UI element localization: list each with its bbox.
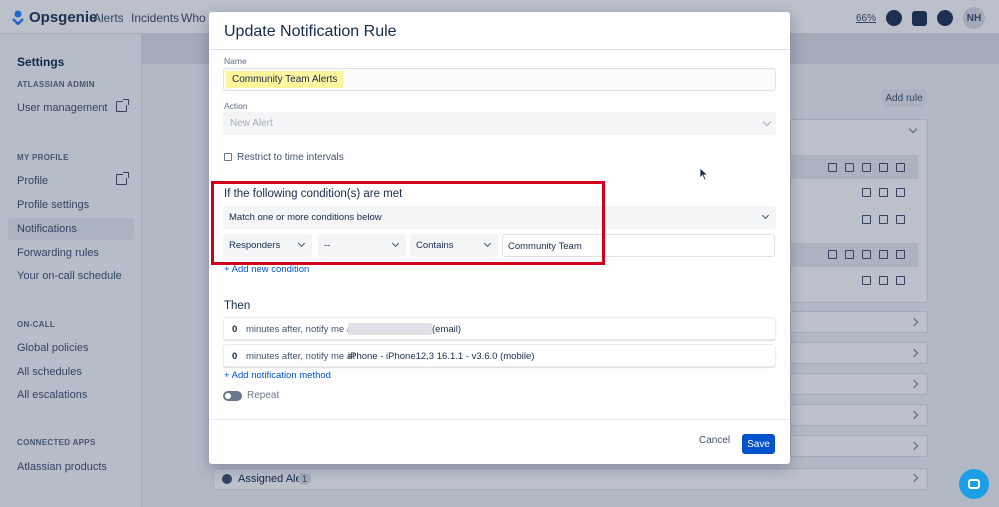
action-select: New Alert (223, 112, 776, 135)
notify-minutes: 0 (232, 351, 238, 362)
divider (209, 419, 790, 420)
mouse-cursor-icon (699, 167, 709, 181)
chevron-down-icon (762, 117, 772, 127)
name-value: Community Team Alerts (226, 71, 344, 88)
cancel-button[interactable]: Cancel (699, 435, 730, 446)
notify-method: (email) (432, 324, 462, 335)
chat-launcher-button[interactable] (959, 469, 989, 499)
then-heading: Then (224, 300, 251, 312)
annotation-highlight-box (211, 181, 605, 265)
add-notification-method-link[interactable]: + Add notification method (224, 370, 331, 381)
repeat-label: Repeat (247, 390, 280, 401)
notify-text: minutes after, notify me at (246, 351, 355, 362)
redacted-email (348, 323, 432, 335)
chevron-down-icon (761, 211, 770, 220)
divider (209, 49, 790, 50)
notify-minutes: 0 (232, 324, 238, 335)
add-new-condition-link[interactable]: + Add new condition (224, 264, 309, 275)
action-value: New Alert (230, 118, 273, 129)
name-input[interactable]: Community Team Alerts (223, 68, 776, 91)
chat-icon (968, 479, 980, 489)
notify-text: minutes after, notify me at (246, 324, 355, 335)
notify-row-mobile[interactable]: 0 minutes after, notify me at iPhone - i… (223, 344, 776, 367)
restrict-time-label: Restrict to time intervals (237, 152, 344, 163)
restrict-time-checkbox[interactable] (224, 153, 232, 161)
action-label: Action (224, 101, 248, 111)
repeat-toggle[interactable] (223, 391, 242, 401)
name-label: Name (224, 56, 247, 66)
notify-row-email[interactable]: 0 minutes after, notify me at (email) (223, 317, 776, 340)
save-button[interactable]: Save (742, 434, 775, 454)
notify-method: iPhone - iPhone12,3 16.1.1 - v3.6.0 (mob… (348, 351, 535, 362)
dialog-title: Update Notification Rule (224, 23, 397, 40)
